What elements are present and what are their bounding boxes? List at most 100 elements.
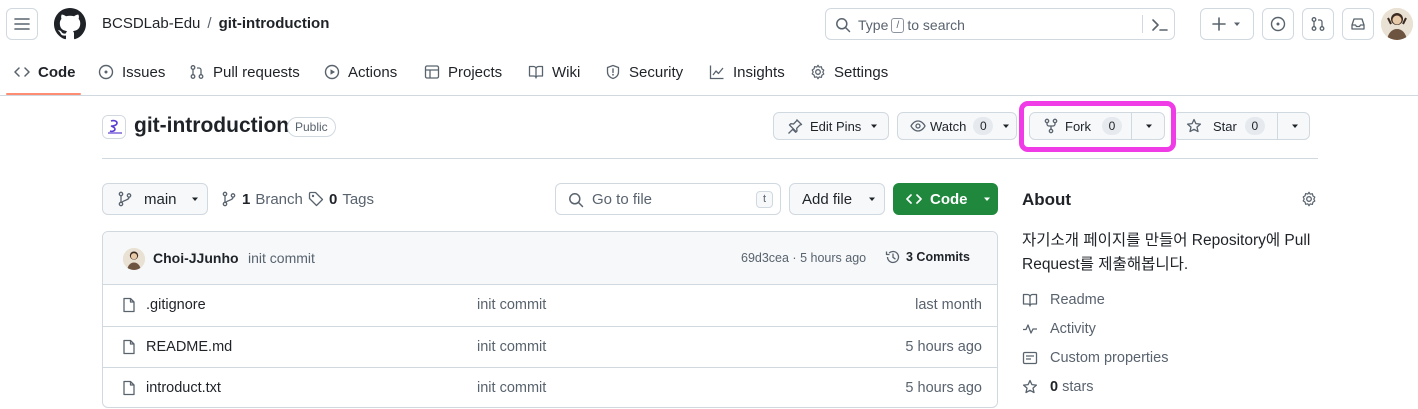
go-to-file-input[interactable]: Go to file t xyxy=(555,183,781,215)
add-file-label: Add file xyxy=(802,190,853,208)
play-icon xyxy=(324,64,340,80)
stars-link[interactable]: 0 stars xyxy=(1022,379,1094,395)
edit-pins-label: Edit Pins xyxy=(810,118,862,134)
commit-author[interactable]: Choi-JJunho xyxy=(153,250,239,266)
star-dropdown-button[interactable] xyxy=(1278,113,1311,139)
issue-opened-icon xyxy=(98,64,114,80)
file-name[interactable]: .gitignore xyxy=(146,297,206,313)
activity-link[interactable]: Activity xyxy=(1022,321,1096,337)
file-icon xyxy=(123,380,135,396)
table-row[interactable]: introduct.txt init commit 5 hours ago xyxy=(103,367,997,407)
star-button[interactable]: Star 0 xyxy=(1174,113,1278,139)
note-icon xyxy=(1022,351,1038,365)
star-count: 0 xyxy=(1244,117,1265,135)
code-button[interactable]: Code xyxy=(893,183,998,215)
branches-link[interactable]: 1 Branch xyxy=(221,183,303,215)
tab-security[interactable]: Security xyxy=(605,48,683,96)
watch-label: Watch xyxy=(930,118,967,134)
tab-insights[interactable]: Insights xyxy=(709,48,785,96)
breadcrumb-repo-link[interactable]: git-introduction xyxy=(219,15,330,32)
custom-properties-link[interactable]: Custom properties xyxy=(1022,350,1168,366)
search-placeholder-suffix: to search xyxy=(907,17,965,33)
menu-button[interactable] xyxy=(6,8,38,40)
gear-icon[interactable] xyxy=(1301,191,1317,207)
git-branch-icon xyxy=(118,191,132,207)
about-description: 자기소개 페이지를 만들어 Repository에 Pull Request를 … xyxy=(1022,232,1311,273)
table-row[interactable]: README.md init commit 5 hours ago xyxy=(103,326,997,367)
repo-navigation: Code Issues Pull requests Actions Projec… xyxy=(0,48,1418,96)
file-commit-message[interactable]: init commit xyxy=(477,297,546,313)
edit-pins-button[interactable]: Edit Pins xyxy=(773,112,889,140)
code-icon xyxy=(14,67,30,77)
git-pull-request-icon xyxy=(190,65,204,79)
inbox-button[interactable] xyxy=(1342,8,1374,40)
pull-requests-shortcut-button[interactable] xyxy=(1302,8,1334,40)
table-icon xyxy=(424,65,440,79)
tag-count-label: Tags xyxy=(342,190,375,208)
caret-down-icon xyxy=(869,197,876,201)
pin-icon xyxy=(788,119,803,134)
graph-icon xyxy=(709,65,724,80)
star-label: Star xyxy=(1213,118,1237,134)
tab-projects-label: Projects xyxy=(448,63,503,81)
caret-down-icon xyxy=(983,197,990,201)
commit-author-avatar[interactable] xyxy=(123,248,145,270)
breadcrumb: BCSDLab-Edu / git-introduction xyxy=(102,15,329,32)
branch-count: 1 xyxy=(242,190,251,208)
tab-issues[interactable]: Issues xyxy=(98,48,165,96)
book-icon xyxy=(528,65,544,79)
commit-message[interactable]: init commit xyxy=(248,250,315,266)
top-header: BCSDLab-Edu / git-introduction Type / to… xyxy=(0,0,1418,48)
caret-down-icon xyxy=(1003,124,1010,128)
repo-owner-logo xyxy=(102,115,126,139)
tab-issues-label: Issues xyxy=(122,63,166,81)
tab-pull-requests[interactable]: Pull requests xyxy=(189,48,300,96)
stars-count: 0 xyxy=(1050,379,1059,395)
file-commit-date: last month xyxy=(915,297,982,313)
file-commit-message[interactable]: init commit xyxy=(477,339,546,355)
readme-label: Readme xyxy=(1050,292,1105,308)
branch-count-label: Branch xyxy=(255,190,303,208)
create-new-button[interactable] xyxy=(1200,8,1254,40)
search-shortcut-key: / xyxy=(891,17,905,33)
issues-shortcut-button[interactable] xyxy=(1262,8,1294,40)
caret-down-icon xyxy=(1291,124,1298,128)
search-placeholder: Type / to search xyxy=(858,17,965,33)
add-file-button[interactable]: Add file xyxy=(789,183,885,215)
gear-icon xyxy=(811,64,825,80)
global-search-input[interactable]: Type / to search xyxy=(825,8,1175,40)
commit-hash-time[interactable]: 69d3cea · 5 hours ago xyxy=(741,251,866,265)
breadcrumb-owner-link[interactable]: BCSDLab-Edu xyxy=(102,15,200,32)
file-name[interactable]: README.md xyxy=(146,339,232,355)
tab-code[interactable]: Code xyxy=(14,48,76,96)
tab-code-label: Code xyxy=(38,63,76,81)
active-tab-indicator xyxy=(6,93,81,95)
commits-link[interactable]: 3 Commits xyxy=(885,249,970,265)
tab-projects[interactable]: Projects xyxy=(424,48,502,96)
user-avatar[interactable] xyxy=(1381,8,1413,40)
watch-count: 0 xyxy=(973,117,994,135)
readme-link[interactable]: Readme xyxy=(1022,292,1105,308)
github-logo-icon[interactable] xyxy=(54,8,86,40)
history-icon xyxy=(885,250,900,264)
branch-selector[interactable]: main xyxy=(102,183,208,215)
tab-actions-label: Actions xyxy=(348,63,398,81)
tab-security-label: Security xyxy=(629,63,684,81)
tab-wiki[interactable]: Wiki xyxy=(528,48,580,96)
file-name[interactable]: introduct.txt xyxy=(146,380,221,396)
pulse-icon xyxy=(1023,324,1037,334)
repo-title[interactable]: git-introduction xyxy=(134,114,289,138)
hamburger-icon xyxy=(14,18,30,30)
git-branch-icon xyxy=(222,191,236,207)
file-commit-date: 5 hours ago xyxy=(905,339,982,355)
tab-actions[interactable]: Actions xyxy=(324,48,397,96)
file-commit-date: 5 hours ago xyxy=(905,380,982,396)
tags-link[interactable]: 0 Tags xyxy=(308,183,374,215)
tab-settings[interactable]: Settings xyxy=(810,48,888,96)
caret-down-icon xyxy=(1234,22,1240,26)
file-commit-message[interactable]: init commit xyxy=(477,380,546,396)
watch-button[interactable]: Watch 0 xyxy=(897,112,1017,140)
eye-icon xyxy=(910,120,926,132)
command-palette-icon[interactable] xyxy=(1151,17,1169,33)
table-row[interactable]: .gitignore init commit last month xyxy=(103,285,997,326)
